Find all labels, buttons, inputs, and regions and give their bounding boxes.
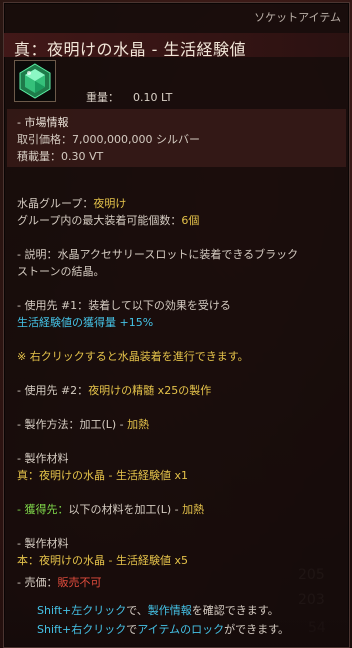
- market-header: - 市場情報: [17, 116, 69, 129]
- crystal-group-value: 夜明け: [93, 197, 127, 210]
- weight-value: 0.10 LT: [133, 91, 173, 104]
- hint-line-crafting-info: Shift+左クリックで、製作情報を確認できます。: [37, 602, 279, 618]
- description-line: - 説明：水晶アクセサリースロットに装着できるブラック: [17, 246, 298, 262]
- sell-prefix: - 売価：: [17, 576, 58, 589]
- use-2-prefix: - 使用先 #2：: [17, 384, 89, 397]
- trade-price-label: 取引価格：: [17, 133, 72, 146]
- crystal-group-label: 水晶グループ：: [17, 197, 94, 210]
- hint-text: を確認できます。: [191, 604, 279, 617]
- hint-key: Shift+左クリック: [37, 604, 127, 617]
- right-click-note: ※ 右クリックすると水晶装着を進行できます。: [17, 350, 249, 363]
- materials-header: - 製作材料: [17, 537, 69, 550]
- trade-price-value: 7,000,000,000 シルバー: [72, 133, 200, 146]
- green-crystal-icon: [14, 60, 56, 102]
- craft-method-type: 加熱: [127, 418, 150, 431]
- hint-key: Shift+右クリック: [37, 623, 127, 636]
- craft-method: - 製作方法：加工(L) - 加熱: [17, 416, 149, 432]
- use-1-text: 装着して以下の効果を受ける: [88, 299, 231, 312]
- item-tooltip: ソケットアイテム 真：夜明けの水晶 - 生活経験値 重量： 0.10 LT - 市…: [3, 2, 350, 648]
- use-2-text: 夜明けの精髄 x25の製作: [88, 384, 212, 397]
- obtain-type: 加熱: [182, 503, 205, 516]
- crystal-group: 水晶グループ：夜明け: [17, 195, 126, 211]
- description-prefix: - 説明：: [17, 248, 58, 261]
- item-weight: 重量： 0.10 LT: [86, 89, 172, 105]
- trade-price: 取引価格：7,000,000,000 シルバー: [17, 131, 200, 147]
- max-equip-label: グループ内の最大装着可能個数：: [17, 214, 182, 227]
- material-item: 真：夜明けの水晶 - 生活経験値 x1: [17, 469, 188, 482]
- hint-text: で、: [126, 604, 148, 617]
- craft-method-name: 加工(L): [79, 418, 117, 431]
- craft-method-sep: -: [116, 418, 128, 431]
- use-1-prefix: - 使用先 #1：: [17, 299, 89, 312]
- description-line: ストーンの結晶。: [17, 265, 105, 278]
- use-2: - 使用先 #2：夜明けの精髄 x25の製作: [17, 382, 211, 398]
- capacity: 積載量：0.30 VT: [17, 150, 104, 163]
- hint-line-item-lock: Shift+右クリックでアイテムのロックができます。: [37, 621, 289, 637]
- item-title: 真：夜明けの水晶 - 生活経験値: [14, 40, 246, 59]
- use-1-effect: 生活経験値の獲得量 +15%: [17, 316, 154, 329]
- item-category: ソケットアイテム: [254, 11, 341, 24]
- materials-header: - 製作材料: [17, 452, 69, 465]
- hint-text: で: [126, 623, 138, 636]
- description-text: 水晶アクセサリースロットに装着できるブラック: [57, 248, 299, 261]
- obtain-prefix: - 獲得先：: [17, 503, 69, 516]
- max-equip: グループ内の最大装着可能個数：6個: [17, 212, 199, 228]
- weight-label: 重量：: [86, 91, 119, 104]
- hint-text: ができます。: [224, 623, 290, 636]
- hint-link: 製作情報: [147, 604, 192, 617]
- sell-price: - 売価：販売不可: [17, 574, 101, 590]
- hint-link: アイテムのロック: [137, 623, 225, 636]
- obtain-source: - 獲得先：以下の材料を加工(L) - 加熱: [17, 501, 204, 517]
- use-1: - 使用先 #1：装着して以下の効果を受ける: [17, 297, 231, 313]
- material-item: 本：夜明けの水晶 - 生活経験値 x5: [17, 554, 188, 567]
- obtain-text: 以下の材料を加工(L) -: [68, 503, 183, 516]
- craft-method-prefix: - 製作方法：: [17, 418, 80, 431]
- sell-value: 販売不可: [57, 576, 102, 589]
- max-equip-value: 6個: [181, 214, 200, 227]
